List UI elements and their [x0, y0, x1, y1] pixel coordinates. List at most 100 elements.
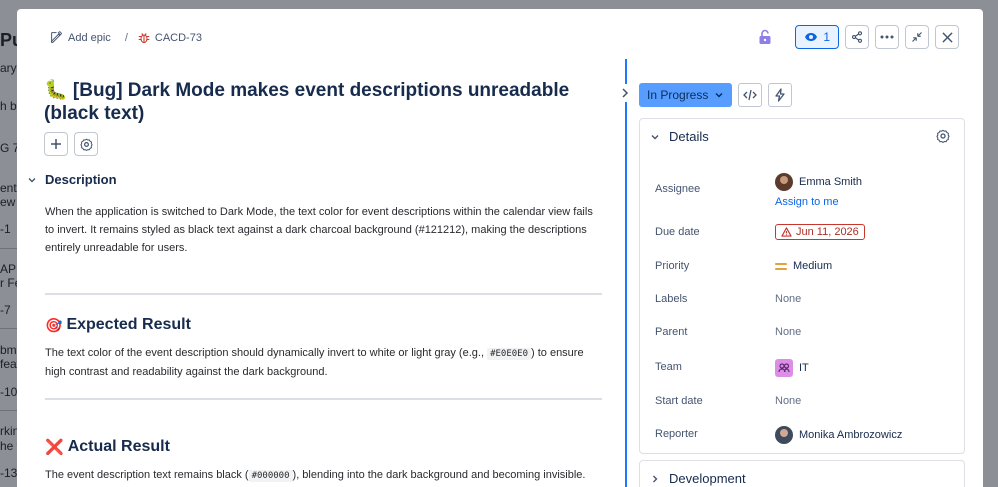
automation-button[interactable] — [768, 83, 793, 107]
parent-label: Parent — [655, 326, 688, 338]
start-date-value[interactable]: None — [775, 395, 801, 407]
lightning-icon — [775, 88, 786, 102]
bg-fragment: ary — [0, 61, 17, 75]
issue-title[interactable]: 🐛 [Bug] Dark Mode makes event descriptio… — [44, 79, 604, 125]
eye-icon — [804, 32, 818, 42]
bg-fragment: h b — [0, 99, 17, 113]
development-panel: Development — [639, 460, 965, 487]
cog-icon — [79, 138, 93, 151]
share-button[interactable] — [845, 25, 869, 49]
add-epic-label: Add epic — [68, 31, 111, 44]
chevron-down-icon — [714, 90, 724, 100]
actual-code: #000000 — [248, 470, 293, 482]
bg-divider — [0, 248, 17, 249]
lock-icon — [758, 29, 772, 45]
description-toggle[interactable]: Description — [27, 172, 117, 187]
labels-label: Labels — [655, 293, 688, 305]
developer-button[interactable] — [738, 83, 763, 107]
start-date-label: Start date — [655, 395, 703, 407]
team-icon — [775, 359, 793, 377]
bg-divider — [0, 328, 17, 329]
more-icon — [880, 35, 894, 39]
priority-value[interactable]: Medium — [775, 260, 832, 272]
bug-icon — [138, 32, 150, 44]
priority-medium-icon — [775, 262, 787, 270]
chevron-right-icon — [650, 474, 660, 484]
reporter-name: Monika Ambrozowicz — [799, 429, 903, 441]
due-date-text: Jun 11, 2026 — [796, 226, 859, 238]
title-actions — [44, 132, 98, 156]
divider — [45, 398, 602, 400]
code-icon — [743, 89, 758, 101]
issue-modal: Add epic / CACD-73 1 🐛 [Bug] Dark Mode m… — [17, 9, 983, 487]
expected-result-heading: 🎯 Expected Result — [45, 316, 191, 334]
bg-fragment: ew — [0, 195, 16, 209]
bg-fragment: -10 — [0, 385, 18, 399]
apps-button[interactable] — [74, 132, 98, 156]
plus-icon — [50, 138, 62, 150]
priority-label: Priority — [655, 260, 690, 272]
assign-to-me-link[interactable]: Assign to me — [775, 196, 839, 208]
expected-result-body[interactable]: The text color of the event description … — [45, 344, 605, 381]
actual-result-title: Actual Result — [67, 438, 170, 455]
more-actions-button[interactable] — [875, 25, 899, 49]
labels-value[interactable]: None — [775, 293, 801, 305]
bg-fragment: -13 — [0, 466, 18, 480]
description-heading: Description — [45, 172, 117, 187]
status-dropdown[interactable]: In Progress — [639, 83, 733, 107]
panel-resizer[interactable] — [625, 59, 627, 487]
development-heading: Development — [669, 471, 746, 486]
bg-divider — [0, 410, 17, 411]
cross-mark-icon: ❌ — [45, 439, 64, 456]
team-value[interactable]: IT — [775, 359, 809, 377]
share-icon — [851, 31, 863, 43]
actual-result-body[interactable]: The event description text remains black… — [45, 466, 605, 485]
configure-fields-button[interactable] — [936, 129, 950, 148]
issue-key-link[interactable]: CACD-73 — [138, 32, 202, 44]
due-date-value[interactable]: Jun 11, 2026 — [775, 224, 865, 240]
add-epic-link[interactable]: Add epic — [50, 31, 111, 44]
avatar — [775, 426, 793, 444]
assign-to-me-label: Assign to me — [775, 196, 839, 208]
details-toggle[interactable]: Details — [650, 129, 709, 144]
collapse-sidebar-button[interactable] — [616, 84, 634, 102]
expected-code: #E0E0E0 — [487, 348, 531, 360]
due-date-label: Due date — [655, 226, 700, 238]
details-heading: Details — [669, 129, 709, 144]
breadcrumb: Add epic / CACD-73 — [50, 31, 202, 44]
target-icon: 🎯 — [45, 316, 63, 333]
expected-text-1: The text color of the event description … — [45, 347, 488, 359]
add-button[interactable] — [44, 132, 68, 156]
details-panel: Details Assignee Emma Smith Assign to me… — [639, 118, 965, 454]
development-toggle[interactable]: Development — [650, 471, 746, 486]
team-text: IT — [799, 362, 809, 374]
bg-fragment: -7 — [0, 303, 11, 317]
status-row: In Progress — [639, 83, 793, 107]
status-label: In Progress — [647, 88, 709, 102]
expected-result-title: Expected Result — [66, 316, 191, 333]
restrictions-button[interactable] — [753, 25, 777, 49]
overdue-badge: Jun 11, 2026 — [775, 224, 865, 240]
actual-text-2: ), blending into the dark background and… — [292, 469, 586, 481]
divider — [45, 293, 602, 295]
chevron-right-icon — [621, 88, 629, 98]
watch-button[interactable]: 1 — [795, 25, 839, 49]
collapse-arrows-icon — [911, 31, 923, 43]
actual-result-heading: ❌ Actual Result — [45, 438, 170, 456]
start-date-text: None — [775, 395, 802, 407]
pencil-icon — [50, 31, 63, 44]
breadcrumb-separator: / — [124, 31, 128, 44]
parent-value[interactable]: None — [775, 326, 801, 338]
reporter-value[interactable]: Monika Ambrozowicz — [775, 426, 902, 444]
close-button[interactable] — [935, 25, 959, 49]
assignee-label: Assignee — [655, 183, 701, 195]
issue-key: CACD-73 — [154, 31, 202, 44]
top-actions: 1 — [753, 25, 959, 49]
actual-text-1: The event description text remains black… — [45, 469, 249, 481]
labels-text: None — [775, 293, 802, 305]
assignee-value[interactable]: Emma Smith — [775, 173, 862, 191]
chevron-down-icon — [27, 175, 37, 185]
description-body[interactable]: When the application is switched to Dark… — [45, 203, 605, 257]
minimize-button[interactable] — [905, 25, 929, 49]
watch-count: 1 — [823, 30, 830, 44]
